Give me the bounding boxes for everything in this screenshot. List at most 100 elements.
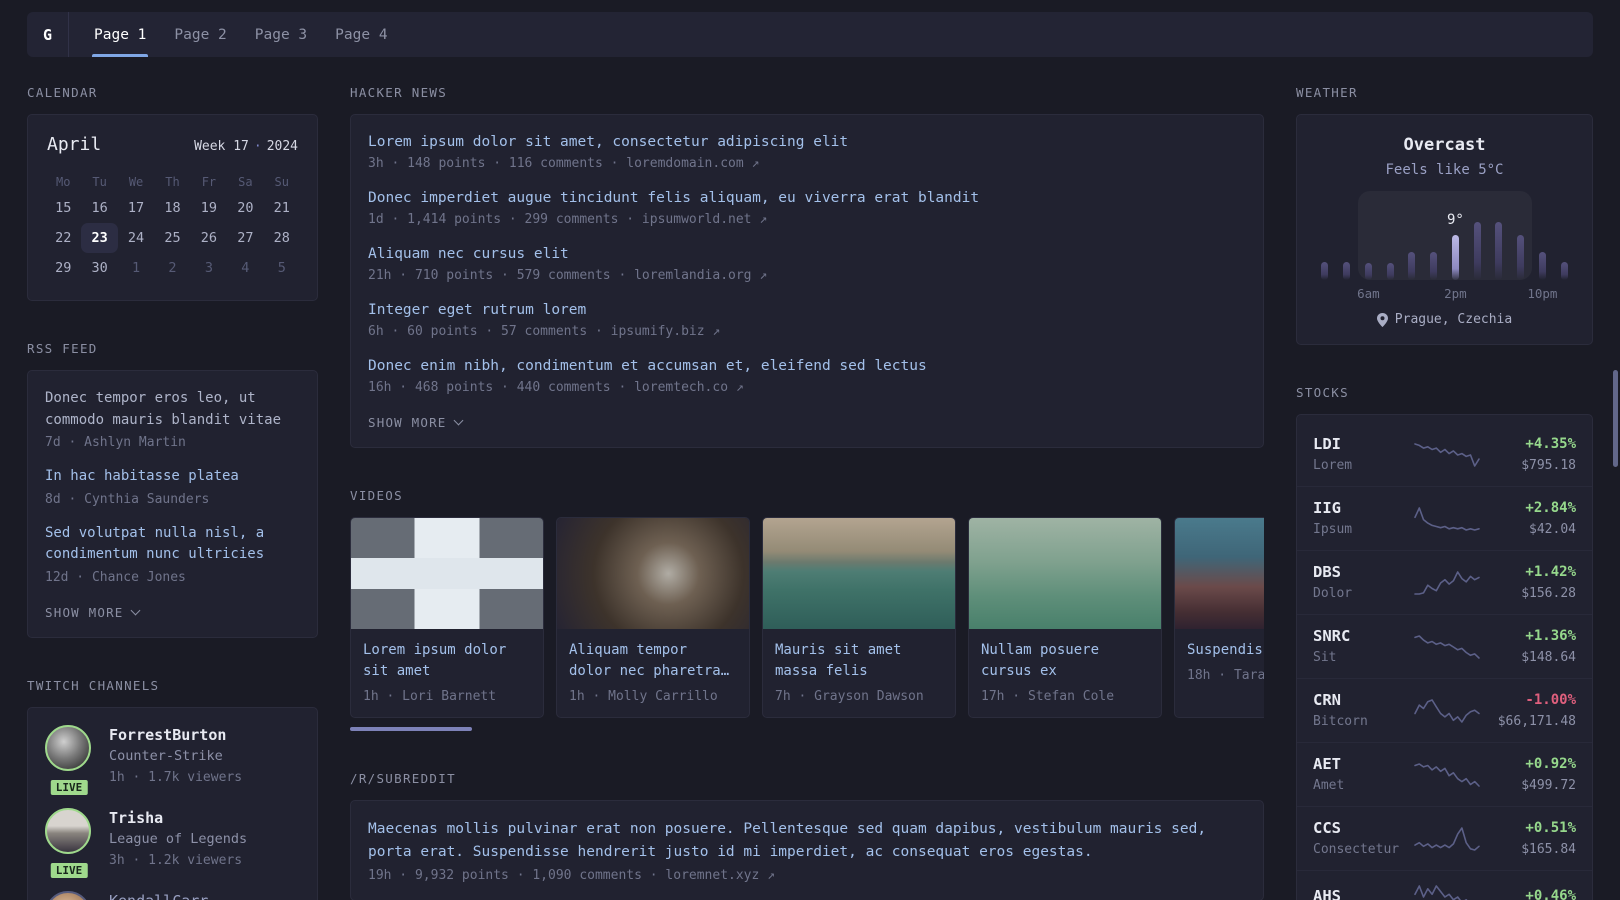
channel-meta: 3h · 1.2k viewers (109, 852, 243, 868)
stock-row[interactable]: CCS Consectetur +0.51% $165.84 (1297, 806, 1592, 870)
video-card[interactable]: Mauris sit amet massa felis 7h · Grayson… (762, 517, 956, 718)
video-thumbnail[interactable] (969, 518, 1161, 629)
stock-change: +2.84% (1525, 499, 1576, 516)
hn-item-meta[interactable]: 21h · 710 points · 579 comments · loreml… (368, 268, 1246, 283)
weather-bar-now (1451, 235, 1459, 280)
video-meta: 1h · Molly Carrillo (569, 689, 718, 704)
tab-page-4[interactable]: Page 4 (335, 12, 387, 57)
channel-meta: 1h · 1.7k viewers (109, 769, 243, 785)
stock-row[interactable]: DBS Dolor +1.42% $156.28 (1297, 550, 1592, 614)
chevron-down-icon (453, 415, 463, 426)
calendar-day: 28 (273, 230, 290, 246)
weekday-label: We (128, 175, 144, 189)
channel-name[interactable]: Trisha (109, 808, 247, 829)
video-card[interactable]: Suspendisse diam 18h · Tara (1174, 517, 1264, 718)
stock-name: Lorem (1313, 457, 1353, 473)
video-thumbnail[interactable] (351, 518, 543, 629)
video-card[interactable]: Lorem ipsum dolor sit amet consectetu… 1… (350, 517, 544, 718)
hn-item[interactable]: Lorem ipsum dolor sit amet, consectetur … (368, 132, 1246, 171)
rss-show-more-button[interactable]: SHOW MORE (45, 605, 300, 620)
video-title[interactable]: Mauris sit amet massa felis (775, 640, 943, 682)
hn-item[interactable]: Aliquam nec cursus elit 21h · 710 points… (368, 244, 1246, 283)
hacker-news-widget: HACKER NEWS Lorem ipsum dolor sit amet, … (350, 85, 1264, 448)
stock-row[interactable]: CRN Bitcorn -1.00% $66,171.48 (1297, 678, 1592, 742)
tab-page-3[interactable]: Page 3 (255, 12, 307, 57)
rss-label: RSS FEED (27, 341, 98, 356)
video-title[interactable]: Aliquam tempor dolor nec pharetra… (569, 640, 737, 682)
stock-row[interactable]: SNRC Sit +1.36% $148.64 (1297, 614, 1592, 678)
videos-horizontal-scrollbar[interactable] (350, 727, 472, 731)
rss-item-title[interactable]: Sed volutpat nulla nisl, a condimentum n… (45, 523, 300, 566)
calendar-day: 5 (277, 260, 286, 276)
weather-condition: Overcast (1403, 135, 1486, 155)
channel-name[interactable]: KendallCarr (109, 891, 208, 900)
rss-item[interactable]: In hac habitasse platea 8d · Cynthia Sau… (45, 466, 300, 507)
rss-item[interactable]: Sed volutpat nulla nisl, a condimentum n… (45, 523, 300, 585)
videos-widget: VIDEOS Lorem ipsum dolor sit amet consec… (350, 488, 1264, 731)
weather-bar (1386, 263, 1394, 280)
hn-item[interactable]: Donec enim nibh, condimentum et accumsan… (368, 356, 1246, 395)
stock-price: $499.72 (1521, 777, 1576, 793)
stock-symbol: LDI (1313, 434, 1341, 453)
page-scrollbar[interactable] (1613, 370, 1618, 467)
rss-item-title[interactable]: In hac habitasse platea (45, 466, 300, 488)
rss-item-meta: 8d · Cynthia Saunders (45, 491, 210, 507)
weather-location[interactable]: Prague, Czechia (1314, 312, 1575, 327)
video-title[interactable]: Suspendisse diam (1187, 640, 1264, 661)
stock-symbol: CCS (1313, 818, 1341, 837)
hn-item-meta[interactable]: 6h · 60 points · 57 comments · ipsumify.… (368, 324, 1246, 339)
hn-item-title[interactable]: Donec imperdiet augue tincidunt felis al… (368, 188, 1246, 208)
weather-bar (1343, 262, 1351, 280)
hn-item-title[interactable]: Donec enim nibh, condimentum et accumsan… (368, 356, 1246, 376)
calendar-month: April (47, 134, 102, 155)
hn-item-title[interactable]: Lorem ipsum dolor sit amet, consectetur … (368, 132, 1246, 152)
twitch-channel-row[interactable]: KendallCarr (45, 890, 300, 900)
weather-hour-label: 6am (1357, 286, 1380, 301)
post-title[interactable]: Maecenas mollis pulvinar erat non posuer… (368, 818, 1246, 864)
hn-item-meta[interactable]: 1d · 1,414 points · 299 comments · ipsum… (368, 212, 1246, 227)
subreddit-post[interactable]: Maecenas mollis pulvinar erat non posuer… (368, 818, 1246, 883)
stocks-label: STOCKS (1296, 385, 1349, 400)
video-title[interactable]: Lorem ipsum dolor sit amet consectetu… (363, 640, 531, 682)
calendar-day: 27 (237, 230, 254, 246)
video-thumbnail[interactable] (1175, 518, 1264, 629)
video-card[interactable]: Nullam posuere cursus ex 17h · Stefan Co… (968, 517, 1162, 718)
weather-location-text: Prague, Czechia (1394, 312, 1513, 327)
calendar-day: 29 (55, 260, 72, 276)
video-title[interactable]: Nullam posuere cursus ex (981, 640, 1149, 682)
rss-item-title[interactable]: Donec tempor eros leo, ut commodo mauris… (45, 388, 300, 431)
stock-symbol: SNRC (1313, 626, 1351, 645)
rss-item-meta: 12d · Chance Jones (45, 569, 186, 585)
stock-row[interactable]: LDI Lorem +4.35% $795.18 (1297, 423, 1592, 486)
avatar (45, 807, 91, 854)
videos-scroll-row[interactable]: Lorem ipsum dolor sit amet consectetu… 1… (350, 517, 1264, 718)
channel-name[interactable]: ForrestBurton (109, 725, 242, 746)
video-thumbnail[interactable] (557, 518, 749, 629)
hn-item-meta[interactable]: 3h · 148 points · 116 comments · loremdo… (368, 156, 1246, 171)
weather-bar (1495, 222, 1503, 280)
video-card[interactable]: Aliquam tempor dolor nec pharetra… 1h · … (556, 517, 750, 718)
twitch-channel-row[interactable]: LIVE Trisha League of Legends 3h · 1.2k … (45, 807, 300, 880)
subreddit-card: Maecenas mollis pulvinar erat non posuer… (350, 800, 1264, 900)
app-logo[interactable]: G (27, 12, 69, 57)
hn-show-more-button[interactable]: SHOW MORE (368, 415, 1246, 430)
twitch-label: TWITCH CHANNELS (27, 677, 160, 693)
tab-page-1[interactable]: Page 1 (91, 12, 149, 57)
hn-item-meta[interactable]: 16h · 468 points · 440 comments · loremt… (368, 380, 1246, 395)
hn-item-title[interactable]: Aliquam nec cursus elit (368, 244, 1246, 264)
stock-row[interactable]: AET Amet +0.92% $499.72 (1297, 742, 1592, 806)
video-thumbnail[interactable] (763, 518, 955, 629)
stock-row[interactable]: IIG Ipsum +2.84% $42.04 (1297, 486, 1592, 550)
stock-sparkline (1413, 506, 1480, 531)
stock-row[interactable]: AHS +0.46% (1297, 870, 1592, 900)
hn-item[interactable]: Donec imperdiet augue tincidunt felis al… (368, 188, 1246, 227)
stock-sparkline (1413, 634, 1480, 659)
post-meta[interactable]: 19h · 9,932 points · 1,090 comments · lo… (368, 868, 1246, 883)
tab-page-2[interactable]: Page 2 (174, 12, 226, 57)
rss-item[interactable]: Donec tempor eros leo, ut commodo mauris… (45, 388, 300, 450)
stock-change: +0.51% (1525, 819, 1576, 836)
hn-item-title[interactable]: Integer eget rutrum lorem (368, 300, 1246, 320)
twitch-channel-row[interactable]: LIVE ForrestBurton Counter-Strike 1h · 1… (45, 724, 300, 797)
hn-item[interactable]: Integer eget rutrum lorem 6h · 60 points… (368, 300, 1246, 339)
stock-sparkline (1413, 442, 1480, 467)
